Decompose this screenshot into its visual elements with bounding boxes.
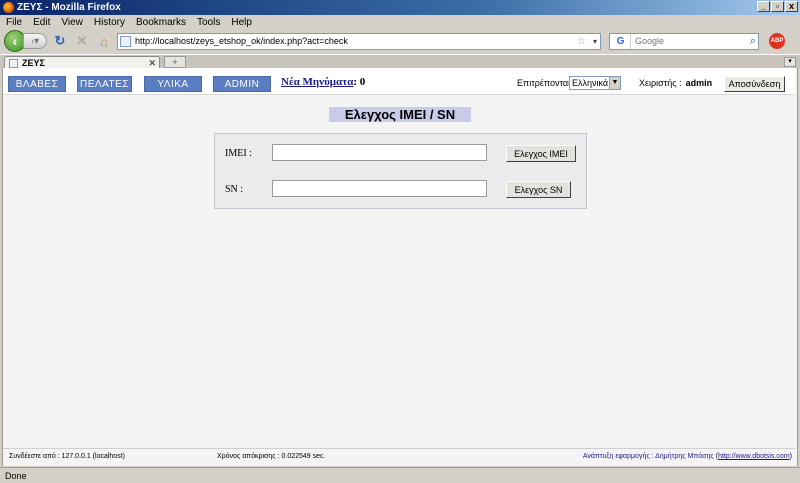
menu-tools[interactable]: Tools xyxy=(197,17,220,28)
menu-edit[interactable]: Edit xyxy=(33,17,50,28)
window-title: ΖΕΥΣ - Mozilla Firefox xyxy=(17,2,121,13)
maximize-button[interactable]: ▫ xyxy=(771,1,784,12)
chevron-down-icon[interactable]: ▼ xyxy=(609,77,620,89)
url-dropdown-icon[interactable]: ▾ xyxy=(593,37,597,46)
language-label: Επιτρέπονται : xyxy=(517,78,576,88)
forward-arrow-icon[interactable]: ›▾ xyxy=(23,33,47,49)
url-bar[interactable]: http://localhost/zeys_etshop_ok/index.ph… xyxy=(117,32,601,50)
search-engine-icon[interactable]: G xyxy=(611,33,631,49)
window-titlebar: ΖΕΥΣ - Mozilla Firefox _ ▫ x xyxy=(0,0,800,15)
search-bar[interactable]: G Google ⌕ xyxy=(609,32,759,50)
tab-strip: ΖΕΥΣ ✕ + ▾ xyxy=(0,54,800,69)
footer-connected: Συνδέεστε από : 127.0.0.1 (localhost) xyxy=(9,453,125,460)
new-messages: Νέα Μηνύματα: 0 xyxy=(281,76,365,88)
check-imei-button[interactable]: Ελεγχος IMEI xyxy=(506,145,576,162)
stop-icon[interactable]: ✕ xyxy=(73,32,91,50)
bookmark-star-icon[interactable]: ☆ xyxy=(577,36,586,47)
new-tab-button[interactable]: + xyxy=(164,56,186,68)
minimize-button[interactable]: _ xyxy=(757,1,770,12)
nav-button-vlaves[interactable]: ΒΛΑΒΕΣ xyxy=(8,76,66,92)
language-selected-value[interactable]: Ελληνικά xyxy=(572,78,608,88)
language-select[interactable]: Ελληνικά ▼ xyxy=(569,76,621,90)
new-messages-count: 0 xyxy=(359,76,366,88)
check-form: IMEI : Ελεγχος IMEI SN : Ελεγχος SN xyxy=(214,133,587,209)
check-sn-button[interactable]: Ελεγχος SN xyxy=(506,181,571,198)
footer-divider xyxy=(3,448,795,449)
search-placeholder[interactable]: Google xyxy=(635,36,664,46)
page-content: ΒΛΑΒΕΣ ΠΕΛΑΤΕΣ ΥΛΙΚΑ ADMIN Νέα Μηνύματα:… xyxy=(2,68,798,466)
page-title: Ελεγχος IMEI / SN xyxy=(329,107,471,122)
menu-bookmarks[interactable]: Bookmarks xyxy=(136,17,186,28)
menu-file[interactable]: File xyxy=(6,17,22,28)
nav-button-admin[interactable]: ADMIN xyxy=(213,76,271,92)
search-icon[interactable]: ⌕ xyxy=(750,35,756,48)
status-text: Done xyxy=(5,470,27,481)
close-button[interactable]: x xyxy=(785,1,798,12)
nav-button-ylika[interactable]: ΥΛΙΚΑ xyxy=(144,76,202,92)
user-name: admin xyxy=(685,78,713,88)
tab-label: ΖΕΥΣ xyxy=(22,58,45,68)
tab-favicon-icon xyxy=(9,58,18,68)
new-messages-colon: : xyxy=(353,76,358,88)
logout-button[interactable]: Αποσύνδεση xyxy=(724,76,785,92)
app-top-nav: ΒΛΑΒΕΣ ΠΕΛΑΤΕΣ ΥΛΙΚΑ ADMIN Νέα Μηνύματα:… xyxy=(3,68,795,95)
menu-history[interactable]: History xyxy=(94,17,125,28)
page-favicon-icon xyxy=(120,35,131,47)
developer-paren-close: ) xyxy=(789,453,792,460)
menu-view[interactable]: View xyxy=(61,17,83,28)
status-bar: Done xyxy=(0,467,800,483)
sn-input[interactable] xyxy=(272,180,487,197)
imei-label: IMEI : xyxy=(225,148,252,159)
reload-icon[interactable]: ↻ xyxy=(51,32,69,50)
home-icon[interactable]: ⌂ xyxy=(95,32,113,50)
firefox-icon xyxy=(3,2,14,13)
navigation-toolbar: ‹ ›▾ ↻ ✕ ⌂ http://localhost/zeys_etshop_… xyxy=(0,29,800,53)
new-messages-link[interactable]: Νέα Μηνύματα xyxy=(281,76,353,88)
footer-response-time: Χρόνος απόκρισης : 0.022549 sec. xyxy=(217,453,326,460)
imei-input[interactable] xyxy=(272,144,487,161)
menu-help[interactable]: Help xyxy=(231,17,252,28)
developer-link[interactable]: http://www.dbotsis.com xyxy=(718,453,790,460)
user-info: Χειριστής : admin xyxy=(639,78,712,88)
url-text[interactable]: http://localhost/zeys_etshop_ok/index.ph… xyxy=(135,36,348,46)
sn-label: SN : xyxy=(225,184,244,195)
nav-button-pelates[interactable]: ΠΕΛΑΤΕΣ xyxy=(77,76,132,92)
developer-label: Ανάπτυξη εφαρμογής : Δημήτρης Μπόσης xyxy=(582,453,714,460)
menu-bar: File Edit View History Bookmarks Tools H… xyxy=(0,15,800,29)
footer-developer: Ανάπτυξη εφαρμογής : Δημήτρης Μπόσης (ht… xyxy=(583,453,792,460)
user-label: Χειριστής : xyxy=(639,78,682,88)
tab-close-icon[interactable]: ✕ xyxy=(148,58,156,69)
adblock-icon[interactable]: ABP xyxy=(769,33,785,49)
list-all-tabs-icon[interactable]: ▾ xyxy=(784,57,796,67)
